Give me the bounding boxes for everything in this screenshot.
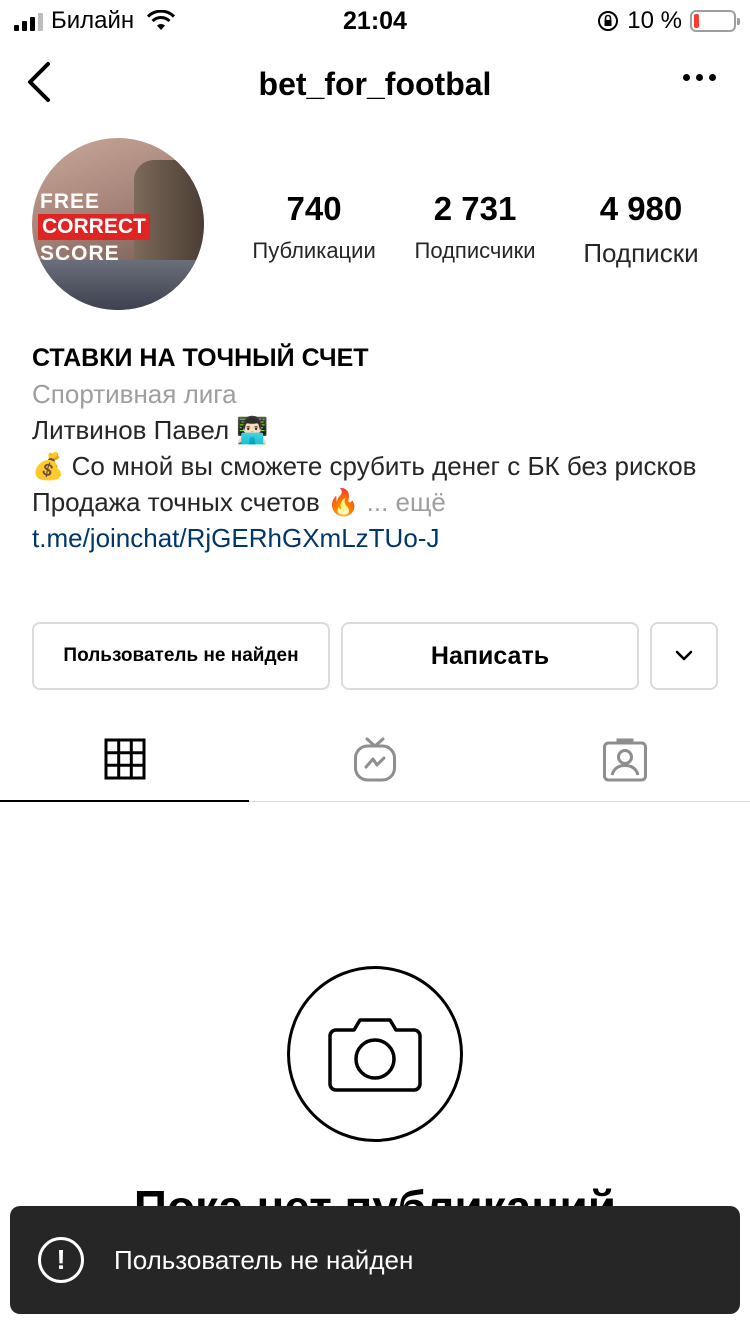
rotation-lock-icon [598, 11, 619, 31]
user-not-found-button[interactable]: Пользователь не найден [32, 622, 330, 690]
bio-line-last: Продажа точных счетов 🔥 ... ещё [32, 484, 722, 520]
camera-icon [328, 1018, 422, 1092]
battery-icon [690, 10, 740, 32]
bio-link[interactable]: t.me/joinchat/RjGERhGXmLzTUo-J [32, 520, 722, 556]
stat-label: Публикации [252, 238, 376, 263]
stat-value: 2 731 [433, 190, 517, 227]
tab-tagged[interactable] [500, 718, 749, 802]
tab-igtv[interactable] [250, 718, 499, 802]
nav-bar: bet_for_footbal [0, 40, 750, 128]
more-horizontal-icon[interactable] [683, 74, 716, 81]
grid-icon [104, 738, 145, 780]
tagged-person-icon [602, 738, 647, 782]
bio-line: 💰 Со мной вы сможете срубить денег с БК … [32, 451, 697, 481]
bio-line: Литвинов Павел 👨🏻‍💻 [32, 415, 269, 445]
profile-stats: 740 Публикации 2 731 Подписчики 4 980 По… [240, 190, 720, 269]
stat-label: Подписчики [414, 238, 536, 263]
message-button[interactable]: Написать [341, 622, 639, 690]
profile-username: bet_for_footbal [258, 66, 492, 102]
stat-followers[interactable]: 2 731 Подписчики [388, 190, 562, 269]
chevron-down-icon [675, 650, 693, 661]
profile-bio: СТАВКИ НА ТОЧНЫЙ СЧЕТ Спортивная лига Ли… [32, 340, 722, 556]
stat-value: 740 [286, 190, 342, 227]
igtv-icon [353, 737, 396, 782]
avatar-text-free: FREE [40, 190, 101, 213]
bio-more-link[interactable]: ... ещё [367, 487, 446, 517]
avatar[interactable]: FREE CORRECT SCORE [32, 138, 204, 310]
bio-category: Спортивная лига [32, 379, 237, 409]
stat-label: Подписки [583, 238, 699, 268]
stat-following[interactable]: 4 980 Подписки [562, 190, 720, 269]
bio-name: СТАВКИ НА ТОЧНЫЙ СЧЕТ [32, 344, 369, 372]
suggestions-dropdown-button[interactable] [650, 622, 718, 690]
error-toast[interactable]: ! Пользователь не найден [10, 1206, 740, 1314]
stat-value: 4 980 [599, 190, 683, 227]
status-bar: Билайн 21:04 10 % [0, 0, 750, 40]
bio-line: Продажа точных счетов 🔥 [32, 487, 360, 517]
stat-posts[interactable]: 740 Публикации [240, 190, 388, 269]
profile-actions: Пользователь не найден Написать [32, 622, 718, 690]
avatar-text-score: SCORE [40, 242, 120, 265]
exclamation-circle-icon: ! [38, 1237, 84, 1283]
avatar-text-correct: CORRECT [38, 214, 150, 240]
toast-message: Пользователь не найден [114, 1244, 414, 1275]
status-right: 10 % [597, 7, 740, 35]
empty-state-icon-circle [287, 966, 463, 1142]
profile-tabs [0, 718, 750, 802]
tab-posts-grid[interactable] [0, 718, 249, 802]
battery-percent: 10 % [627, 7, 682, 34]
